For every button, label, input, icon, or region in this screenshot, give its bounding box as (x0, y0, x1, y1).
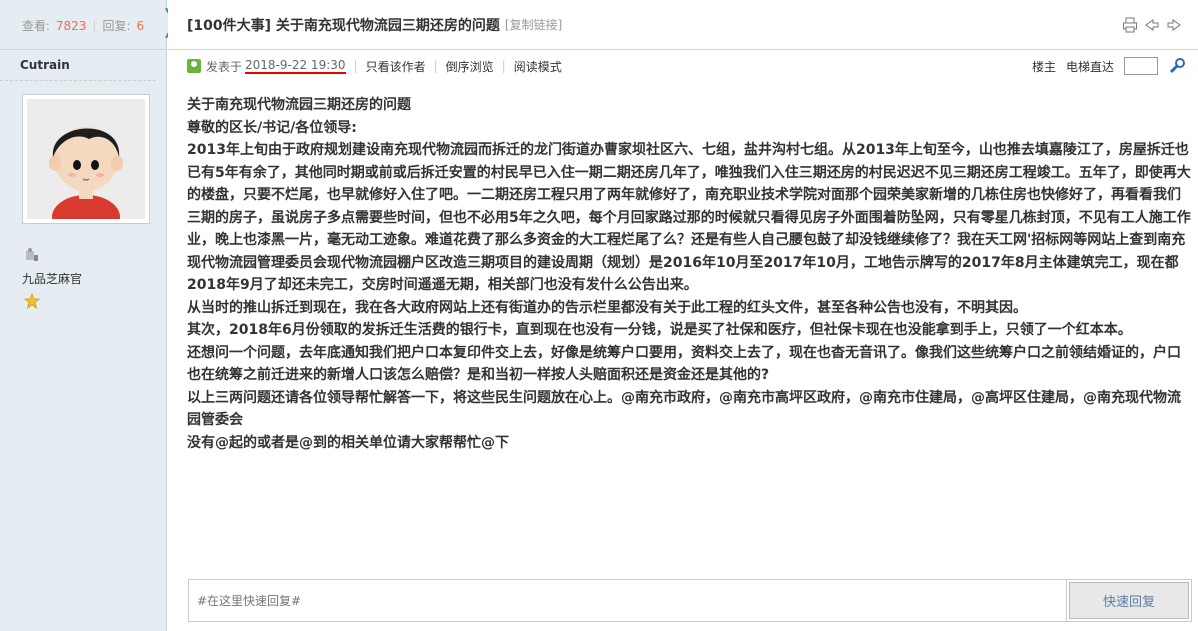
author-sidebar: 查看: 7823 | 回复: 6 Cutrain 九品芝麻官 (0, 0, 176, 631)
quick-reply-input[interactable] (189, 580, 1067, 621)
post-paragraph: 还想问一个问题，去年底通知我们把户口本复印件交上去，好像是统筹户口要用，资料交上… (187, 344, 1181, 384)
post-paragraph: 尊敬的区长/书记/各位领导: (187, 119, 357, 136)
post-meta-bar: 发表于 2018-9-22 19:30 | 只看该作者 | 倒序浏览 | 阅读模… (168, 51, 1198, 81)
only-author-link[interactable]: 只看该作者 (366, 58, 426, 75)
offline-status-icon (26, 248, 38, 261)
print-icon[interactable] (1122, 17, 1138, 33)
post-paragraph: 其次，2018年6月份领取的发拆迁生活费的银行卡，直到现在也没有一分钱，说是买了… (187, 322, 1132, 338)
replies-count: 6 (136, 18, 145, 33)
copy-link-button[interactable]: [复制链接] (505, 16, 562, 33)
avatar[interactable] (22, 94, 150, 239)
replies-label: 回复: (102, 19, 131, 33)
views-count: 7823 (55, 18, 87, 33)
author-online-icon (187, 59, 201, 73)
quick-reply-bar: 快速回复 (188, 579, 1192, 622)
go-floor-icon[interactable] (1168, 57, 1186, 75)
header-tools (1122, 17, 1182, 33)
post-paragraph: 2013年上旬由于政府规划建设南充现代物流园而拆迁的龙门街道办曹家坝社区六、七组… (187, 142, 1191, 293)
star-icon (23, 292, 41, 309)
floor-tools: 楼主 电梯直达 (1032, 57, 1186, 75)
post-main: [100件大事] 关于南充现代物流园三期还房的问题 [复制链接] 发表于 201… (168, 0, 1198, 631)
post-paragraph: 关于南充现代物流园三期还房的问题 (187, 97, 411, 113)
prev-thread-icon[interactable] (1144, 17, 1160, 33)
posted-time: 2018-9-22 19:30 (245, 58, 346, 74)
thread-stats: 查看: 7823 | 回复: 6 (0, 0, 176, 50)
thread-title: [100件大事] 关于南充现代物流园三期还房的问题 (187, 17, 500, 34)
reverse-order-link[interactable]: 倒序浏览 (446, 58, 494, 75)
elevator-label: 电梯直达 (1065, 59, 1114, 74)
post-paragraph: 以上三两问题还请各位领导帮忙解答一下，将这些民生问题放在心上。@南充市政府，@南… (187, 389, 1181, 429)
post-body: 关于南充现代物流园三期还房的问题 尊敬的区长/书记/各位领导: 2013年上旬由… (187, 94, 1192, 454)
author-name[interactable]: Cutrain (0, 50, 156, 81)
floor-label: 楼主 (1031, 59, 1056, 74)
views-label: 查看: (21, 19, 50, 33)
stats-divider: | (92, 18, 97, 33)
read-mode-link[interactable]: 阅读模式 (514, 58, 562, 75)
post-paragraph: 从当时的推山拆迁到现在，我在各大政府网站上还有街道办的告示栏里都没有关于此工程的… (187, 299, 1027, 316)
avatar-image (27, 99, 145, 239)
thread-header: [100件大事] 关于南充现代物流园三期还房的问题 [复制链接] (168, 0, 1198, 50)
user-rank[interactable]: 九品芝麻官 (22, 270, 166, 287)
quick-reply-button[interactable]: 快速回复 (1069, 582, 1189, 619)
next-thread-icon[interactable] (1166, 17, 1182, 33)
floor-jump-input[interactable] (1124, 57, 1158, 75)
post-paragraph: 没有@起的或者是@到的相关单位请大家帮帮忙@下 (187, 434, 509, 451)
posted-label: 发表于 (206, 59, 243, 74)
